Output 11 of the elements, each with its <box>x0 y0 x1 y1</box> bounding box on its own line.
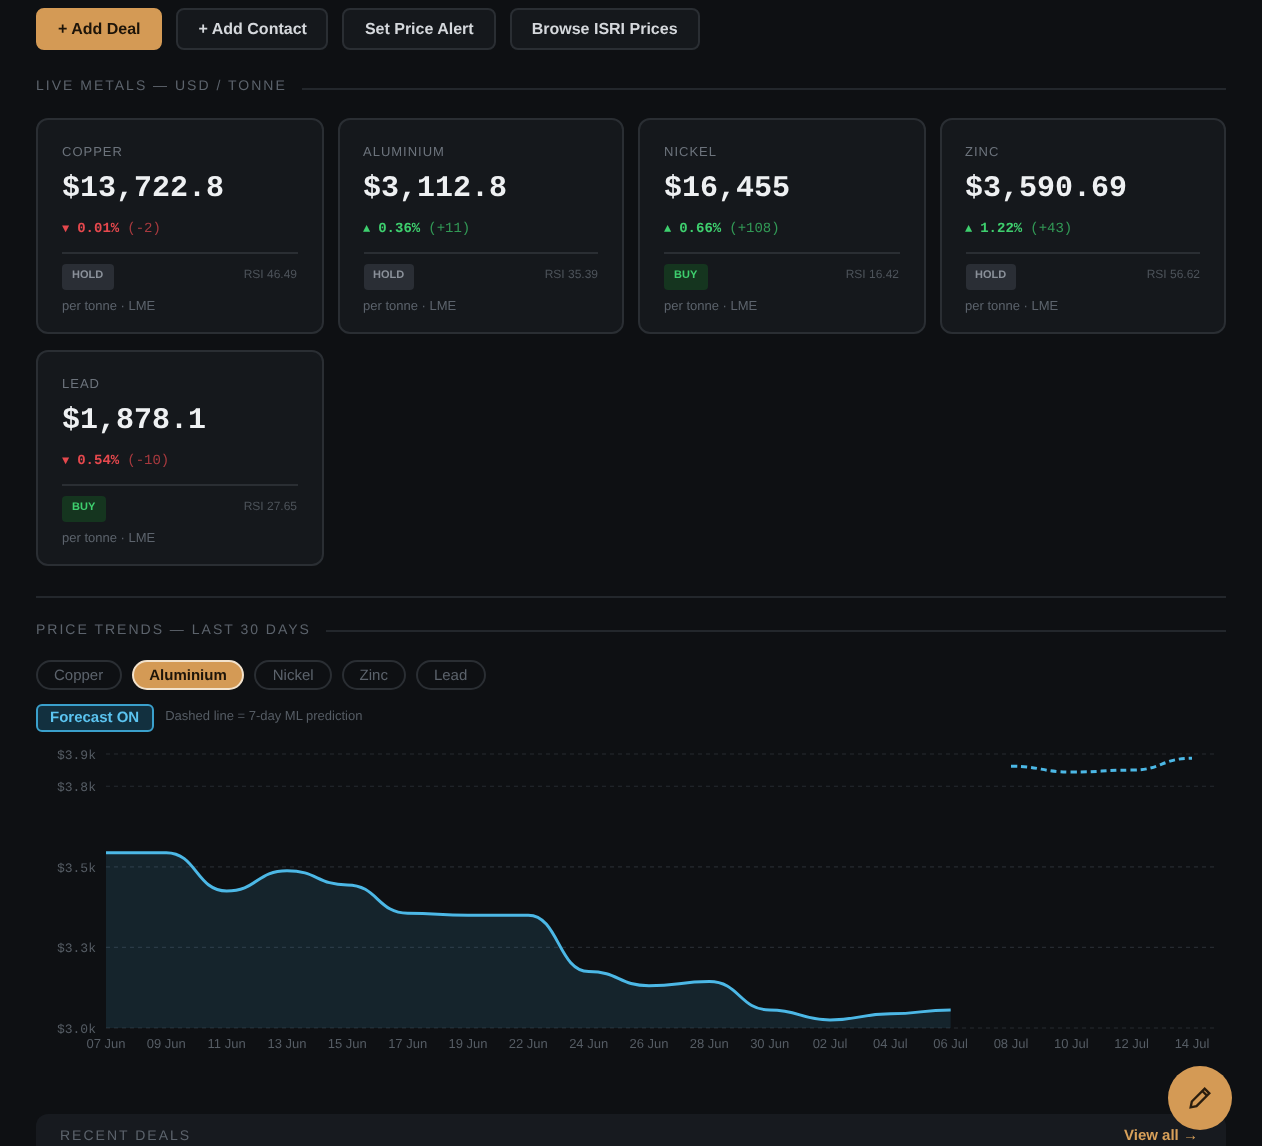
action-button[interactable]: Browse ISRI Prices <box>509 8 700 50</box>
metal-price: $13,722.8 <box>62 170 227 211</box>
action-button[interactable]: Set Price Alert <box>342 8 496 50</box>
metal-price: $3,112.8 <box>363 170 510 211</box>
action-button[interactable]: + Add Deal <box>36 8 163 50</box>
edit-button[interactable] <box>1168 1066 1232 1130</box>
action-button[interactable]: + Add Contact <box>176 8 329 50</box>
metal-price: $3,590.69 <box>965 170 1130 211</box>
pencil-icon <box>1186 1084 1214 1112</box>
metal-price: $1,878.1 <box>62 402 209 443</box>
metal-price: $16,455 <box>664 170 793 211</box>
